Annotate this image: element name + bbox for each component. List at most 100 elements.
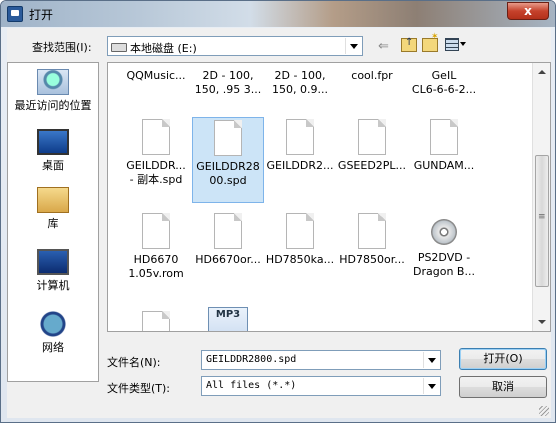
file-item[interactable]: 2D - 100, 150, 0.9... bbox=[264, 69, 336, 97]
document-icon bbox=[214, 120, 242, 156]
file-item[interactable]: 2D - 100, 150, .95 3... bbox=[192, 69, 264, 97]
place-label: 最近访问的位置 bbox=[14, 99, 92, 112]
chevron-down-icon[interactable] bbox=[423, 352, 439, 368]
document-icon bbox=[214, 213, 242, 249]
file-item[interactable]: HD6670or... bbox=[192, 213, 264, 267]
file-item[interactable] bbox=[120, 311, 192, 331]
document-icon bbox=[286, 119, 314, 155]
file-type-label: 文件类型(T): bbox=[107, 382, 171, 395]
file-name: HD6670 bbox=[133, 253, 179, 266]
file-name: GeIL bbox=[431, 69, 457, 82]
document-icon bbox=[286, 213, 314, 249]
disc-image-icon bbox=[431, 219, 457, 245]
file-item[interactable]: GSEED2PL... bbox=[336, 119, 408, 173]
file-item[interactable]: QQMusic... bbox=[120, 69, 192, 83]
app-icon bbox=[7, 6, 23, 22]
file-name: 2D - 100, bbox=[274, 69, 326, 82]
file-name: HD7850ka... bbox=[265, 253, 335, 266]
dialog-body: 查找范围(I): 本地磁盘 (E:) ⇐ 最近访问的位置 桌面 库 bbox=[7, 28, 551, 418]
chevron-down-icon bbox=[460, 42, 466, 46]
chevron-down-icon[interactable] bbox=[345, 38, 361, 54]
recent-places-icon bbox=[37, 69, 69, 95]
desktop-icon bbox=[37, 129, 69, 155]
file-item[interactable]: HD6670 1.05v.rom bbox=[120, 213, 192, 281]
file-name: QQMusic... bbox=[126, 69, 186, 82]
up-folder-icon[interactable] bbox=[401, 37, 417, 52]
file-item[interactable]: GEILDDR... - 副本.spd bbox=[120, 119, 192, 187]
document-icon bbox=[142, 119, 170, 155]
file-name-line2: CL6-6-6-2... bbox=[411, 83, 477, 96]
open-button[interactable]: 打开(O) bbox=[459, 348, 547, 370]
place-desktop[interactable]: 桌面 bbox=[8, 129, 98, 173]
file-item[interactable]: MP3 bbox=[192, 307, 264, 331]
places-bar: 最近访问的位置 桌面 库 计算机 网络 bbox=[7, 62, 99, 382]
window-title: 打开 bbox=[29, 8, 54, 22]
computer-icon bbox=[37, 249, 69, 275]
place-label: 库 bbox=[47, 217, 59, 230]
file-name-line2: 150, 0.9... bbox=[272, 83, 328, 96]
file-name-input[interactable]: GEILDDR2800.spd bbox=[201, 350, 441, 370]
mp3-file-icon: MP3 bbox=[208, 307, 248, 331]
file-name-value: GEILDDR2800.spd bbox=[206, 354, 297, 365]
file-item[interactable]: cool.fpr bbox=[336, 69, 408, 83]
title-bar[interactable]: 打开 x bbox=[1, 1, 555, 27]
scroll-up-icon[interactable] bbox=[538, 70, 546, 74]
view-grid-icon bbox=[445, 38, 459, 51]
cancel-button[interactable]: 取消 bbox=[459, 376, 547, 398]
file-name-line2: 150, .95 3... bbox=[194, 83, 262, 96]
file-item[interactable]: GeIL CL6-6-6-2... bbox=[408, 69, 480, 97]
open-file-dialog: 打开 x 查找范围(I): 本地磁盘 (E:) ⇐ 最近访问的位置 桌面 bbox=[0, 0, 556, 423]
drive-icon bbox=[111, 43, 127, 52]
place-computer[interactable]: 计算机 bbox=[8, 249, 98, 293]
file-item[interactable]: PS2DVD - Dragon B... bbox=[408, 213, 480, 279]
look-in-combo[interactable]: 本地磁盘 (E:) bbox=[107, 36, 363, 56]
look-in-value: 本地磁盘 (E:) bbox=[130, 42, 197, 55]
file-name: GSEED2PL... bbox=[337, 159, 407, 172]
file-item[interactable]: GUNDAM... bbox=[408, 119, 480, 173]
file-name: cool.fpr bbox=[351, 69, 393, 82]
file-name: GEILDDR2... bbox=[266, 159, 334, 172]
place-label: 计算机 bbox=[36, 279, 70, 292]
file-name-line2: 1.05v.rom bbox=[128, 267, 184, 280]
resize-grip-icon[interactable] bbox=[539, 406, 549, 416]
file-name-label: 文件名(N): bbox=[107, 356, 161, 369]
file-name: 2D - 100, bbox=[202, 69, 254, 82]
file-name-line2: 00.spd bbox=[209, 174, 247, 187]
file-item[interactable]: GEILDDR2... bbox=[264, 119, 336, 173]
file-name: HD6670or... bbox=[195, 253, 261, 266]
document-icon bbox=[358, 213, 386, 249]
file-type-value: All files (*.*) bbox=[206, 380, 297, 391]
document-icon bbox=[142, 311, 170, 331]
document-icon bbox=[358, 119, 386, 155]
file-name-line2: - 副本.spd bbox=[129, 173, 183, 186]
new-folder-icon[interactable] bbox=[422, 32, 439, 52]
view-menu-button[interactable] bbox=[445, 38, 467, 51]
document-icon bbox=[142, 213, 170, 249]
place-network[interactable]: 网络 bbox=[8, 311, 98, 355]
close-button[interactable]: x bbox=[507, 2, 549, 20]
document-icon bbox=[430, 119, 458, 155]
file-name: GEILDDR... bbox=[126, 159, 186, 172]
network-icon bbox=[37, 311, 69, 337]
file-list[interactable]: QQMusic... 2D - 100, 150, .95 3... 2D - 1… bbox=[107, 62, 551, 332]
file-name: HD7850or... bbox=[339, 253, 405, 266]
chevron-down-icon[interactable] bbox=[423, 378, 439, 394]
file-name: PS2DVD - bbox=[417, 251, 471, 264]
back-arrow-icon[interactable]: ⇐ bbox=[378, 39, 389, 54]
place-label: 桌面 bbox=[42, 159, 64, 172]
file-item[interactable]: HD7850or... bbox=[336, 213, 408, 267]
look-in-label: 查找范围(I): bbox=[32, 41, 92, 54]
file-item-selected[interactable]: GEILDDR28 00.spd bbox=[192, 117, 264, 203]
scroll-down-icon[interactable] bbox=[538, 320, 546, 324]
place-library[interactable]: 库 bbox=[8, 187, 98, 231]
file-name: GEILDDR28 bbox=[196, 160, 260, 173]
vertical-scrollbar[interactable] bbox=[532, 63, 550, 331]
file-type-select[interactable]: All files (*.*) bbox=[201, 376, 441, 396]
scroll-thumb[interactable] bbox=[535, 155, 549, 287]
library-icon bbox=[37, 187, 69, 213]
file-name-line2: Dragon B... bbox=[413, 265, 475, 278]
place-recent[interactable]: 最近访问的位置 bbox=[8, 69, 98, 113]
file-name: GUNDAM... bbox=[413, 159, 475, 172]
file-item[interactable]: HD7850ka... bbox=[264, 213, 336, 267]
place-label: 网络 bbox=[42, 341, 64, 354]
